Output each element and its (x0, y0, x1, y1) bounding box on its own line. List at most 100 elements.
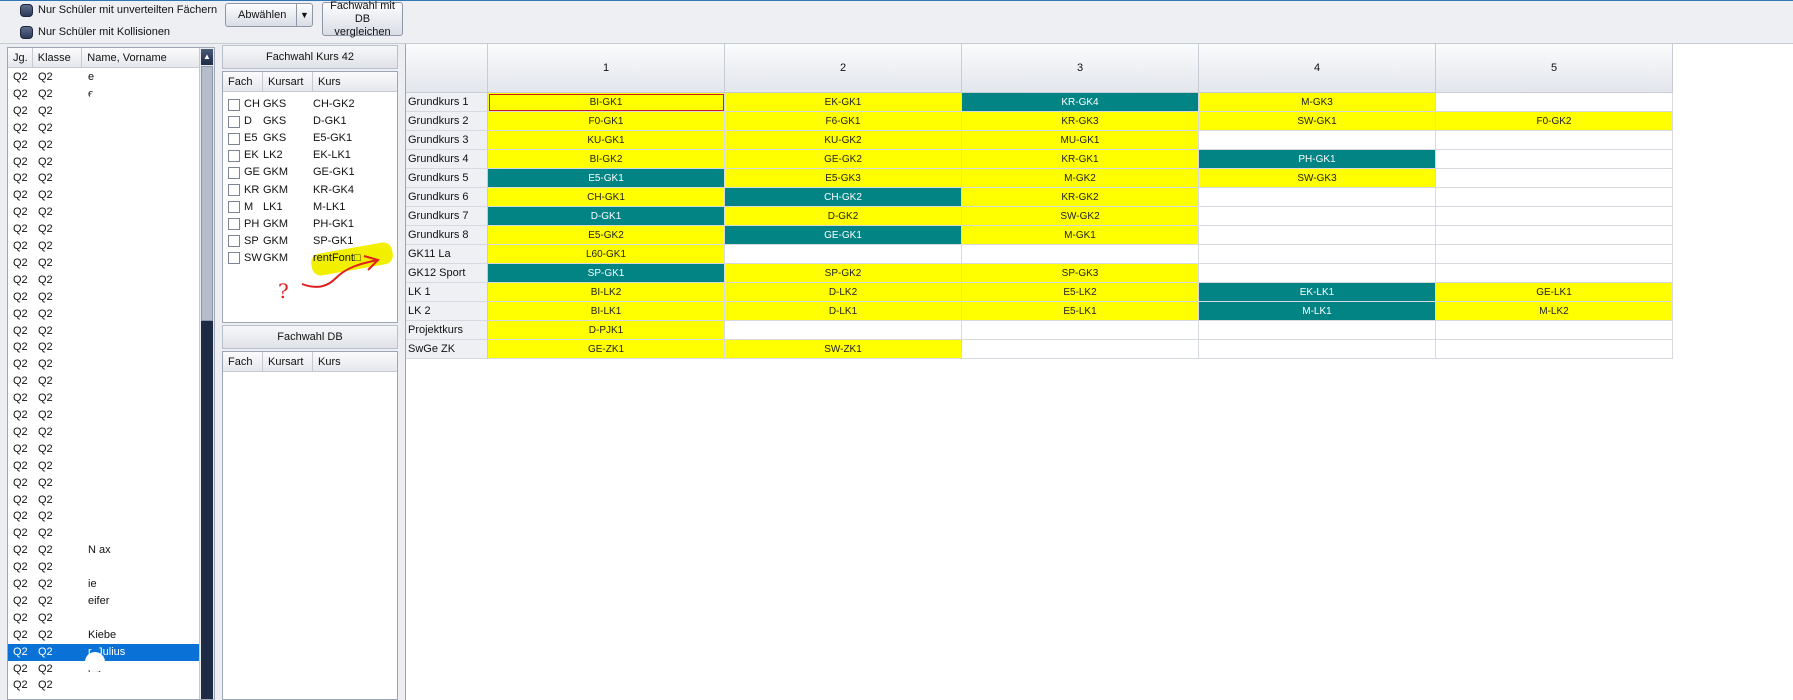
list-item[interactable]: GE GKM GE-GK1 (223, 164, 393, 181)
grid-cell[interactable]: BI-GK2 (488, 150, 725, 169)
table-row[interactable]: Q2 Q2 Kiebe (8, 627, 201, 644)
grid-cell[interactable]: GE-GK2 (725, 150, 962, 169)
grid-cell[interactable]: F0-GK2 (1436, 112, 1673, 131)
grid-cell[interactable]: E5-GK3 (725, 169, 962, 188)
grid-cell[interactable] (1436, 207, 1673, 226)
grid-cell[interactable] (1436, 169, 1673, 188)
row-header-kurs[interactable]: Grundkurs 7 (406, 207, 488, 226)
grid-cell[interactable]: BI-GK1 (488, 93, 725, 112)
grid-cell[interactable]: SP-GK2 (725, 264, 962, 283)
row-header-kurs[interactable]: Grundkurs 1 (406, 93, 488, 112)
filter-collisions-checkbox[interactable]: Nur Schüler mit Kollisionen (20, 24, 170, 40)
checkbox-icon[interactable] (228, 252, 240, 265)
column-header-schiene[interactable]: 4 (1199, 44, 1436, 93)
grid-cell[interactable]: SW-GK1 (1199, 112, 1436, 131)
row-header-kurs[interactable]: LK 1 (406, 283, 488, 302)
grid-cell[interactable] (1199, 340, 1436, 359)
grid-cell[interactable]: KU-GK2 (725, 131, 962, 150)
column-header-schiene[interactable]: 1 (488, 44, 725, 93)
list-item[interactable]: CH GKS CH-GK2 (223, 96, 393, 113)
grid-cell[interactable]: GE-ZK1 (488, 340, 725, 359)
student-list-scrollbar[interactable]: ▲ (199, 48, 214, 699)
grid-cell[interactable] (962, 245, 1199, 264)
grid-cell[interactable] (1436, 188, 1673, 207)
grid-cell[interactable]: BI-LK2 (488, 283, 725, 302)
grid-cell[interactable]: E5-LK2 (962, 283, 1199, 302)
grid-cell[interactable] (1436, 150, 1673, 169)
grid-cell[interactable]: GE-GK1 (725, 226, 962, 245)
grid-cell[interactable] (725, 321, 962, 340)
grid-cell[interactable]: BI-LK1 (488, 302, 725, 321)
grid-cell[interactable] (1436, 245, 1673, 264)
grid-cell[interactable]: KR-GK4 (962, 93, 1199, 112)
grid-cell[interactable]: M-LK1 (1199, 302, 1436, 321)
grid-cell[interactable]: SW-GK3 (1199, 169, 1436, 188)
column-header-kursart[interactable]: Kursart (263, 352, 313, 371)
table-row[interactable]: Q2 Q2 ie (8, 576, 201, 593)
grid-cell[interactable] (962, 340, 1199, 359)
grid-cell[interactable]: D-LK1 (725, 302, 962, 321)
grid-cell[interactable]: CH-GK2 (725, 188, 962, 207)
grid-cell[interactable] (1199, 188, 1436, 207)
checkbox-icon[interactable] (228, 235, 240, 248)
row-header-kurs[interactable]: GK12 Sport (406, 264, 488, 283)
grid-cell[interactable]: CH-GK1 (488, 188, 725, 207)
table-row[interactable]: Q2 Q2 (8, 610, 201, 627)
checkbox-icon[interactable] (228, 166, 240, 179)
column-header-schiene[interactable]: 5 (1436, 44, 1673, 93)
grid-cell[interactable] (1436, 321, 1673, 340)
column-header-kurs[interactable]: Kurs (313, 352, 397, 371)
grid-cell[interactable] (1199, 264, 1436, 283)
table-row[interactable]: Q2 Q2 (8, 559, 201, 576)
grid-cell[interactable]: SW-ZK1 (725, 340, 962, 359)
list-item[interactable]: D GKS D-GK1 (223, 113, 393, 130)
column-header-kurs[interactable]: Kurs (313, 72, 397, 91)
grid-cell[interactable]: GE-LK1 (1436, 283, 1673, 302)
grid-cell[interactable]: F6-GK1 (725, 112, 962, 131)
grid-cell[interactable]: M-GK1 (962, 226, 1199, 245)
grid-cell[interactable]: SP-GK3 (962, 264, 1199, 283)
scrollbar-track[interactable] (201, 321, 213, 699)
checkbox-icon[interactable] (228, 184, 240, 196)
column-header-name[interactable]: Name, Vorname (82, 48, 199, 67)
grid-cell[interactable]: KU-GK1 (488, 131, 725, 150)
table-row[interactable]: Q2 Q2 N ax (8, 542, 201, 559)
grid-cell[interactable] (1436, 93, 1673, 112)
grid-cell[interactable] (1199, 131, 1436, 150)
grid-cell[interactable] (1199, 245, 1436, 264)
list-item[interactable]: EK LK2 EK-LK1 (223, 147, 393, 164)
grid-cell[interactable] (1436, 226, 1673, 245)
grid-cell[interactable]: D-LK2 (725, 283, 962, 302)
row-header-kurs[interactable]: Projektkurs (406, 321, 488, 340)
list-item[interactable]: M LK1 M-LK1 (223, 199, 393, 216)
row-header-kurs[interactable]: Grundkurs 4 (406, 150, 488, 169)
row-header-kurs[interactable]: Grundkurs 6 (406, 188, 488, 207)
grid-cell[interactable] (1436, 340, 1673, 359)
grid-cell[interactable]: KR-GK3 (962, 112, 1199, 131)
table-row[interactable]: Q2 Q2 eifer (8, 593, 201, 610)
column-header-schiene[interactable]: 3 (962, 44, 1199, 93)
grid-cell[interactable]: MU-GK1 (962, 131, 1199, 150)
grid-cell[interactable]: SW-GK2 (962, 207, 1199, 226)
grid-cell[interactable] (725, 245, 962, 264)
grid-cell[interactable]: D-GK1 (488, 207, 725, 226)
grid-cell[interactable]: KR-GK1 (962, 150, 1199, 169)
grid-cell[interactable]: D-GK2 (725, 207, 962, 226)
grid-cell[interactable] (962, 321, 1199, 340)
checkbox-icon[interactable] (20, 25, 33, 39)
row-header-kurs[interactable]: Grundkurs 3 (406, 131, 488, 150)
grid-cell[interactable] (1199, 207, 1436, 226)
column-header-kursart[interactable]: Kursart (263, 72, 313, 91)
grid-cell[interactable]: L60-GK1 (488, 245, 725, 264)
grid-cell[interactable]: KR-GK2 (962, 188, 1199, 207)
checkbox-icon[interactable] (228, 98, 240, 111)
row-header-kurs[interactable]: Grundkurs 8 (406, 226, 488, 245)
grid-cell[interactable]: EK-LK1 (1199, 283, 1436, 302)
chevron-down-icon[interactable]: ▼ (296, 4, 312, 26)
grid-cell[interactable]: SP-GK1 (488, 264, 725, 283)
list-item[interactable]: KR GKM KR-GK4 (223, 182, 393, 199)
list-item[interactable]: PH GKM PH-GK1 (223, 216, 393, 233)
grid-cell[interactable]: M-GK3 (1199, 93, 1436, 112)
scroll-up-icon[interactable]: ▲ (201, 49, 213, 65)
column-header-jg[interactable]: Jg. (8, 48, 33, 67)
